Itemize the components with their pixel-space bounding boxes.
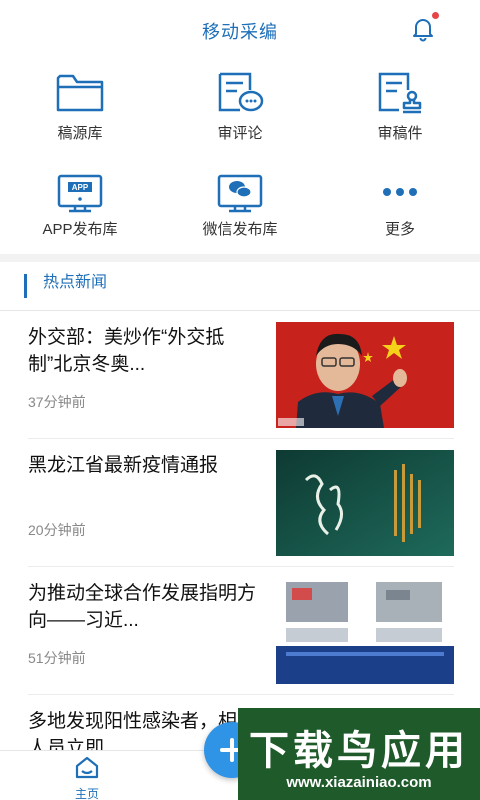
- news-time: 37分钟前: [28, 394, 86, 410]
- watermark-url-text: www.xiazainiao.com: [286, 774, 432, 791]
- grid-item-label: APP发布库: [42, 221, 118, 238]
- grid-item-wechat-publish[interactable]: 微信发布库: [160, 156, 320, 254]
- grid-item-more[interactable]: 更多: [320, 156, 480, 254]
- app-publish-icon: APP: [57, 174, 103, 213]
- news-title: 外交部：美炒作“外交抵制”北京冬奥...: [28, 327, 225, 375]
- divider: [28, 438, 454, 439]
- manuscript-approve-icon: [378, 72, 422, 114]
- svg-text:APP: APP: [72, 183, 89, 192]
- tab-home[interactable]: 主页: [62, 755, 112, 800]
- news-time: 20分钟前: [28, 522, 86, 538]
- grid-item-source-library[interactable]: 稿源库: [0, 58, 160, 156]
- news-title: 为推动全球合作发展指明方向——习近...: [28, 583, 257, 631]
- grid-item-review-manuscripts[interactable]: 审稿件: [320, 58, 480, 156]
- grid-item-label: 审评论: [217, 125, 263, 142]
- news-item[interactable]: 黑龙江省最新疫情通报 20分钟前: [28, 440, 454, 568]
- grid-item-label: 稿源库: [57, 125, 103, 142]
- watermark-overlay: 下载鸟应用 www.xiazainiao.com: [238, 708, 480, 800]
- notification-dot: [432, 12, 439, 19]
- notification-button[interactable]: [410, 12, 439, 44]
- home-icon: [75, 756, 99, 779]
- grid-item-label: 审稿件: [377, 125, 423, 142]
- section-title: 热点新闻: [24, 274, 107, 298]
- comment-review-icon: [218, 72, 264, 112]
- news-thumbnail: [276, 578, 454, 684]
- divider: [28, 566, 454, 567]
- tab-home-label: 主页: [74, 787, 99, 800]
- news-item[interactable]: 外交部：美炒作“外交抵制”北京冬奥... 37分钟前: [28, 312, 454, 440]
- news-thumbnail: [276, 322, 454, 428]
- news-item[interactable]: 为推动全球合作发展指明方向——习近... 51分钟前: [28, 568, 454, 696]
- bell-icon: [413, 19, 433, 42]
- watermark-main-text: 下载鸟应用: [249, 729, 469, 773]
- news-time: 51分钟前: [28, 650, 86, 666]
- more-icon: [383, 188, 417, 196]
- wechat-publish-icon: [217, 174, 263, 213]
- folder-icon: [56, 74, 104, 112]
- news-thumbnail: [276, 450, 454, 556]
- grid-item-app-publish[interactable]: APP APP发布库: [0, 156, 160, 254]
- grid-item-label: 更多: [384, 221, 415, 238]
- divider: [0, 310, 480, 311]
- function-grid: 稿源库 审评论 审稿件 APP APP发布库 微信发布库 更多: [0, 58, 480, 254]
- grid-item-review-comments[interactable]: 审评论: [160, 58, 320, 156]
- app-header: 移动采编: [0, 0, 480, 58]
- page-title: 移动采编: [202, 22, 278, 42]
- grid-item-label: 微信发布库: [202, 221, 278, 238]
- divider: [28, 694, 454, 695]
- news-title: 黑龙江省最新疫情通报: [28, 455, 219, 476]
